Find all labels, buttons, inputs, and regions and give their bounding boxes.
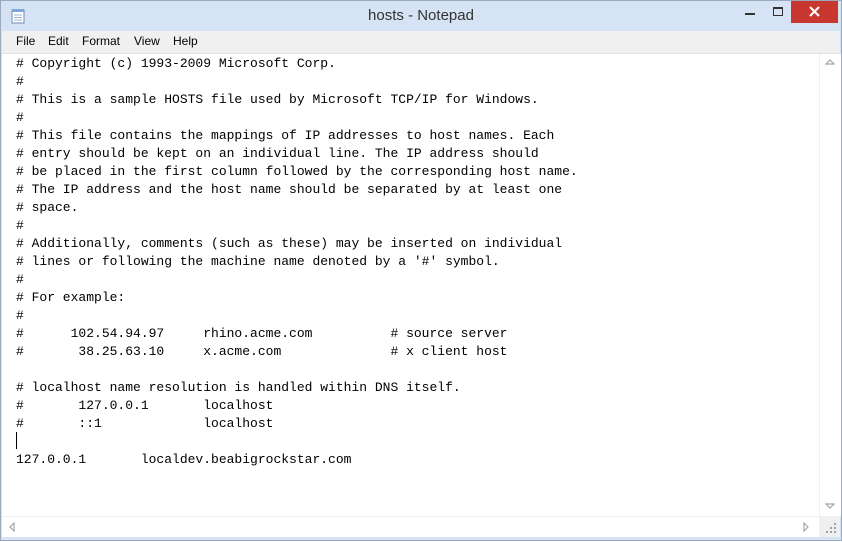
text-line: #: [16, 74, 24, 89]
minimize-icon: [745, 13, 755, 15]
title-bar[interactable]: hosts - Notepad: [1, 1, 841, 31]
text-line: # Additionally, comments (such as these)…: [16, 236, 563, 251]
scroll-up-icon[interactable]: [824, 58, 836, 69]
window-title: hosts - Notepad: [368, 7, 474, 24]
notepad-window: hosts - Notepad File Edit Format View He…: [0, 0, 842, 541]
close-icon: [809, 6, 820, 17]
menu-file[interactable]: File: [16, 34, 35, 48]
menu-bar: File Edit Format View Help: [2, 31, 840, 54]
text-line: # The IP address and the host name shoul…: [16, 182, 563, 197]
text-line: # space.: [16, 200, 79, 215]
vertical-scrollbar[interactable]: [819, 54, 841, 516]
text-line: # 38.25.63.10 x.acme.com # x client host: [16, 344, 508, 359]
text-line: # lines or following the machine name de…: [16, 254, 500, 269]
text-line: #: [16, 218, 24, 233]
close-button[interactable]: [791, 1, 838, 23]
menu-format[interactable]: Format: [82, 34, 120, 48]
text-line: # 127.0.0.1 localhost: [16, 398, 274, 413]
text-line: # 102.54.94.97 rhino.acme.com # source s…: [16, 326, 508, 341]
text-line: #: [16, 272, 24, 287]
text-line: # localhost name resolution is handled w…: [16, 380, 461, 395]
text-line: # be placed in the first column followed…: [16, 164, 578, 179]
scroll-down-icon[interactable]: [824, 502, 836, 513]
maximize-button[interactable]: [764, 1, 792, 23]
text-line: 127.0.0.1 localdev.beabigrockstar.com: [16, 452, 352, 467]
menu-edit[interactable]: Edit: [48, 34, 69, 48]
text-line: # entry should be kept on an individual …: [16, 146, 539, 161]
text-line: # This file contains the mappings of IP …: [16, 128, 555, 143]
text-line: #: [16, 110, 24, 125]
horizontal-scrollbar[interactable]: [2, 516, 819, 538]
menu-view[interactable]: View: [134, 34, 160, 48]
size-grip-icon: [826, 523, 836, 533]
text-line: # This is a sample HOSTS file used by Mi…: [16, 92, 539, 107]
minimize-button[interactable]: [736, 1, 764, 23]
scroll-right-icon[interactable]: [802, 521, 810, 535]
size-grip[interactable]: [819, 516, 840, 537]
text-editor[interactable]: # Copyright (c) 1993-2009 Microsoft Corp…: [2, 54, 819, 516]
menu-help[interactable]: Help: [173, 34, 198, 48]
text-line: # For example:: [16, 290, 126, 305]
text-line: #: [16, 308, 24, 323]
text-line: # Copyright (c) 1993-2009 Microsoft Corp…: [16, 56, 336, 71]
text-line: # ::1 localhost: [16, 416, 274, 431]
scroll-left-icon[interactable]: [8, 521, 16, 535]
window-bottom-border: [1, 537, 841, 540]
text-caret: [16, 432, 17, 449]
maximize-icon: [773, 7, 783, 16]
